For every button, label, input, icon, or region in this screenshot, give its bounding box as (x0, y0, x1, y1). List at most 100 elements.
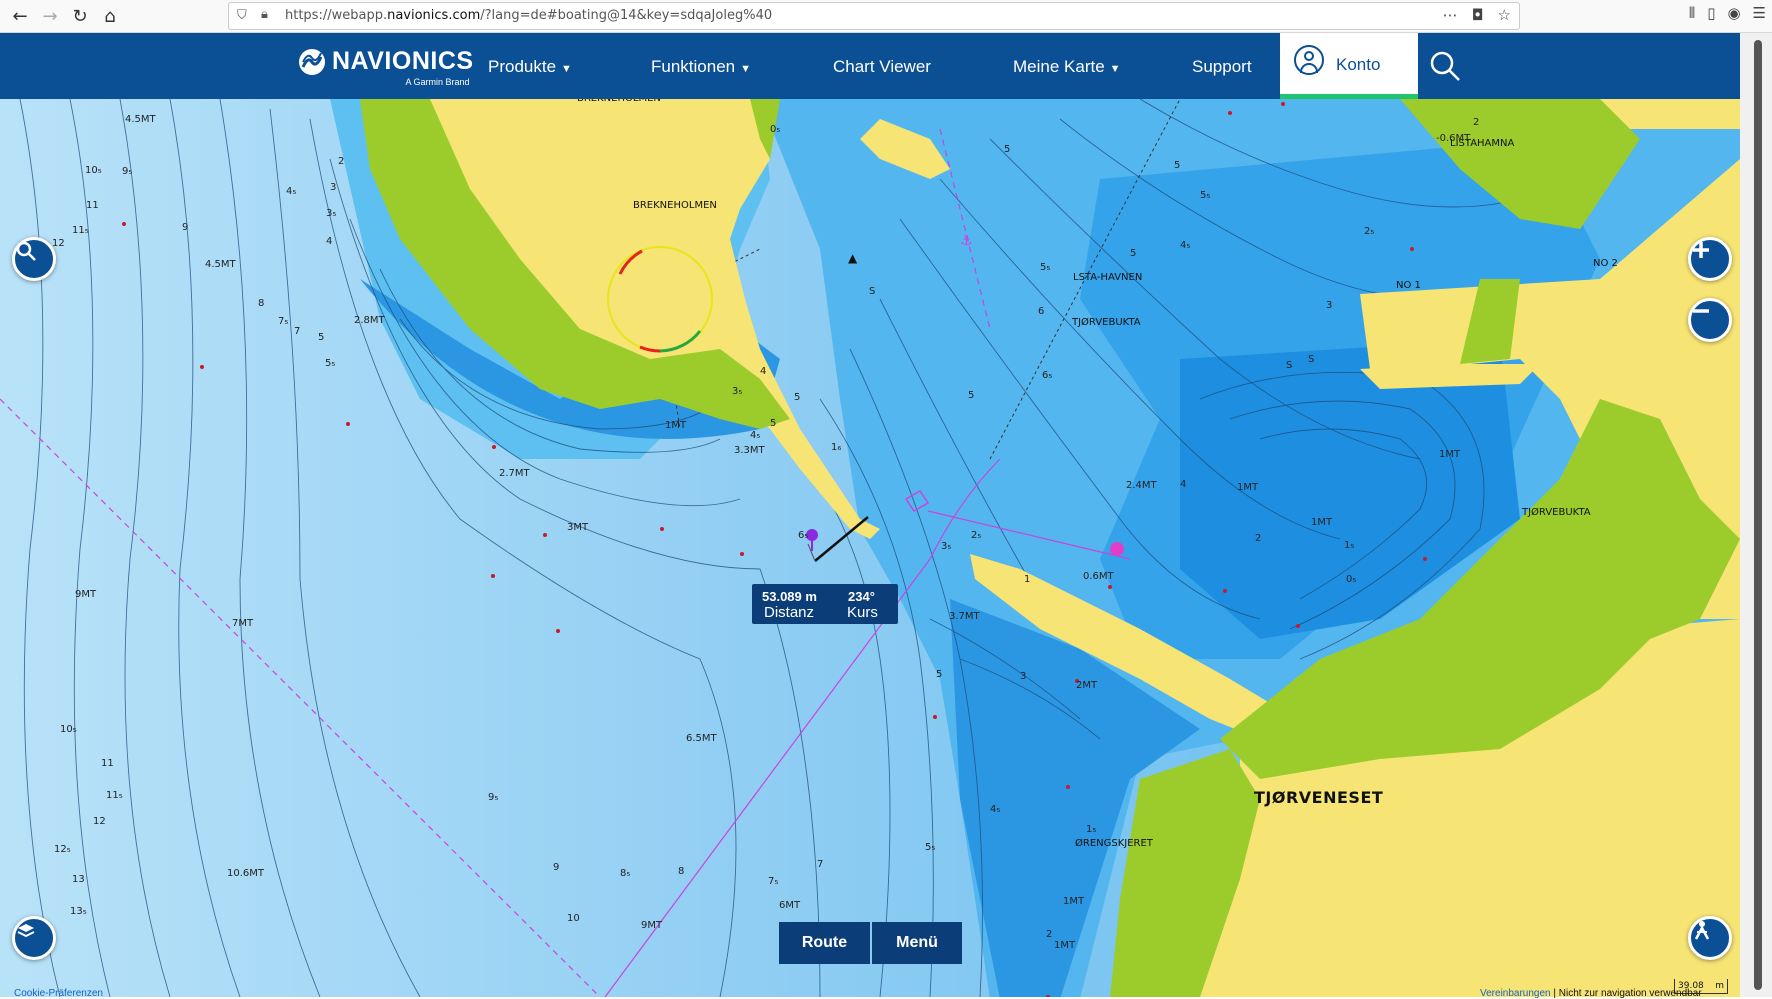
menu-meine-karte[interactable]: Meine Karte ▼ (1013, 57, 1121, 77)
url-text: https://webapp.navionics.com/?lang=de#bo… (285, 8, 773, 23)
depth-sounding: 5 (1004, 144, 1011, 155)
person-icon (1694, 921, 1710, 940)
depth-sounding: 4.5MT (205, 259, 236, 270)
bookmark-star-icon[interactable]: ☆ (1498, 6, 1511, 24)
depth-sounding: 1MT (1439, 449, 1461, 460)
depth-sounding: 6 (1038, 306, 1045, 317)
home-icon[interactable]: ⌂ (98, 4, 122, 28)
depth-sounding: 0₅ (1346, 574, 1357, 585)
depth-sounding: 4.5MT (125, 114, 156, 125)
depth-sounding: 4 (760, 366, 767, 377)
layers-button[interactable] (12, 916, 56, 960)
depth-sounding: 9MT (641, 920, 663, 931)
pocket-icon[interactable]: ◘ (1472, 6, 1484, 24)
map-search-button[interactable] (12, 237, 56, 281)
sidebar-icon[interactable]: ▯ (1707, 4, 1715, 22)
depth-sounding: 3 (1020, 671, 1027, 682)
place-label: NO 2 (1593, 258, 1618, 269)
logo-subtitle: A Garmin Brand (405, 77, 470, 87)
depth-sounding: 7₅ (278, 316, 289, 327)
depth-sounding: 5 (968, 390, 975, 401)
nautical-chart-map[interactable]: ⚓ ▲ BREKNEHOLMEN BREKNEHOLMEN LSTA-HAVNEN T… (0, 99, 1740, 997)
depth-sounding: S (1286, 360, 1293, 371)
menu-support[interactable]: Support (1192, 57, 1252, 77)
depth-sounding: 0₅ (770, 124, 781, 135)
depth-sounding: 1₅ (1086, 824, 1097, 835)
depth-sounding: 6₅ (1042, 370, 1053, 381)
depth-sounding: 6₅ (798, 530, 809, 541)
place-label: TJØRVENESET (1254, 788, 1384, 807)
zoom-in-button[interactable] (1688, 237, 1732, 281)
depth-sounding: 2MT (1076, 680, 1098, 691)
depth-sounding: 5 (936, 669, 943, 680)
cookie-preferences-link[interactable]: Cookie-Präferenzen (14, 988, 103, 999)
depth-sounding: 2 (1473, 117, 1480, 128)
depth-sounding: 5₅ (325, 358, 336, 369)
profile-icon[interactable]: ◉ (1727, 4, 1740, 22)
depth-sounding: 4₅ (1180, 240, 1191, 251)
depth-sounding: 5 (770, 418, 777, 429)
depth-sounding: 2 (1046, 929, 1053, 940)
forward-icon[interactable]: → (38, 4, 62, 28)
site-header: NAVIONICS A Garmin Brand Produkte ▼ Funkt… (0, 33, 1757, 99)
agreements-link[interactable]: Vereinbarungen (1480, 988, 1551, 999)
lock-icon: 🔒︎ (261, 7, 268, 22)
depth-sounding: 7MT (232, 618, 254, 629)
depth-sounding: 6MT (779, 900, 801, 911)
depth-sounding: 2.7MT (499, 468, 530, 479)
search-icon[interactable] (1428, 49, 1462, 83)
reload-icon[interactable]: ↻ (68, 4, 92, 28)
not-for-navigation-text: | Nicht zur navigation verwendbar (1550, 988, 1702, 999)
depth-sounding: 11₅ (72, 225, 89, 236)
menu-chart-viewer[interactable]: Chart Viewer (833, 57, 931, 77)
layers-icon (17, 924, 35, 938)
depth-sounding: 1 (1024, 574, 1031, 585)
depth-sounding: 3₅ (732, 386, 743, 397)
menu-produkte[interactable]: Produkte ▼ (488, 57, 572, 77)
place-label: BREKNEHOLMEN (577, 99, 661, 104)
back-icon[interactable]: ← (8, 4, 32, 28)
search-icon (16, 241, 36, 261)
logo-text: NAVIONICS (332, 47, 474, 75)
depth-sounding: 12 (52, 238, 65, 249)
depth-sounding: 12₅ (54, 844, 71, 855)
account-button[interactable]: Konto (1280, 33, 1418, 99)
depth-sounding: 9 (182, 222, 189, 233)
route-button[interactable]: Route (779, 922, 870, 964)
menu-funktionen[interactable]: Funktionen ▼ (651, 57, 751, 77)
depth-sounding: 5 (318, 332, 325, 343)
footer-notice: Vereinbarungen | Nicht zur navigation ve… (1480, 988, 1702, 999)
depth-sounding: 10.6MT (227, 868, 265, 879)
depth-sounding: 5₅ (1200, 190, 1211, 201)
account-label: Konto (1336, 55, 1381, 74)
navionics-logo[interactable]: NAVIONICS A Garmin Brand (298, 47, 474, 87)
person-location-button[interactable] (1688, 916, 1732, 960)
depth-sounding: 4 (1180, 479, 1187, 490)
depth-sounding: -0.6MT (1436, 133, 1471, 144)
depth-sounding: 9₅ (122, 166, 133, 177)
depth-sounding: 9MT (75, 589, 97, 600)
depth-sounding: 1₅ (1344, 540, 1355, 551)
depth-sounding: S (869, 286, 876, 297)
url-bar[interactable]: ⛉ 🔒︎ https://webapp.navionics.com/?lang=… (228, 2, 1520, 30)
library-icon[interactable]: ⫴ (1689, 4, 1695, 22)
shield-icon: ⛉ (237, 8, 247, 23)
distance-value: 53.089 m (762, 589, 817, 604)
navionics-logo-icon (299, 48, 325, 75)
menu-button[interactable]: Menü (872, 922, 962, 964)
depth-sounding: 1MT (1063, 896, 1085, 907)
hamburger-menu-icon[interactable]: ☰ (1753, 4, 1766, 22)
depth-sounding: 5₅ (925, 842, 936, 853)
zoom-out-button[interactable] (1688, 298, 1732, 342)
scrollbar-thumb[interactable] (1754, 40, 1762, 990)
depth-sounding: 2.8MT (354, 315, 385, 326)
depth-sounding: 1₆ (831, 442, 842, 453)
depth-sounding: 3MT (567, 522, 589, 533)
depth-sounding: 9 (553, 862, 560, 873)
course-label: Kurs (847, 604, 878, 621)
depth-sounding: 3 (330, 182, 337, 193)
depth-sounding: 10₅ (60, 724, 77, 735)
page-actions-icon[interactable]: ⋯ (1443, 6, 1458, 24)
scale-unit: m (1715, 981, 1724, 991)
depth-sounding: 3₅ (941, 541, 952, 552)
